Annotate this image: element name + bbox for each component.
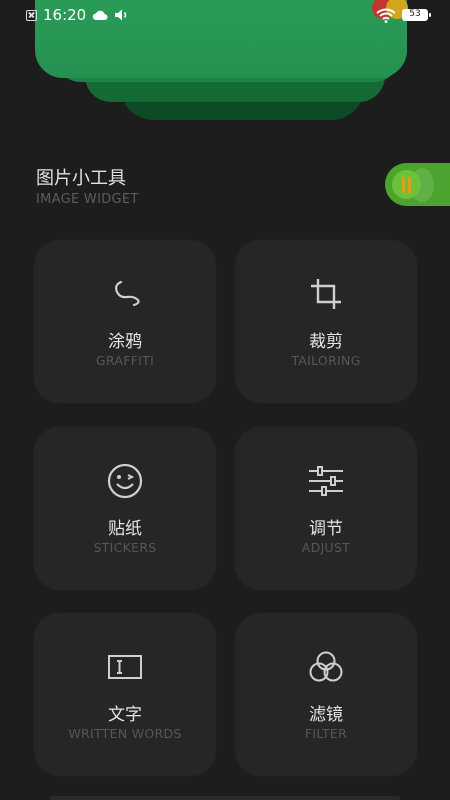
section-subtitle: IMAGE WIDGET [36, 192, 139, 207]
bottom-edge-hint [50, 796, 400, 800]
status-right: 53 [376, 8, 431, 23]
tool-label: 滤镜 [309, 705, 343, 725]
tool-sublabel: WRITTEN WORDS [68, 726, 182, 741]
tool-stickers[interactable]: 贴纸 STICKERS [34, 427, 216, 590]
tool-sublabel: GRAFFITI [95, 353, 155, 368]
tool-graffiti[interactable]: 涂鸦 GRAFFITI [34, 240, 216, 403]
status-time: 16:20 [43, 6, 87, 24]
volume-icon [115, 9, 127, 21]
tool-filter[interactable]: 滤镜 FILTER [235, 613, 417, 776]
text-box-icon [105, 647, 145, 687]
wifi-icon [376, 8, 396, 23]
tool-sublabel: STICKERS [93, 540, 157, 555]
section-title: 图片小工具 [36, 168, 126, 189]
smiley-icon [105, 461, 145, 501]
status-left: 16:20 [26, 6, 130, 24]
tool-sublabel: FILTER [304, 726, 348, 741]
tool-sublabel: ADJUST [301, 540, 351, 555]
crop-icon [306, 274, 346, 314]
tool-label: 文字 [108, 705, 142, 725]
side-toggle-button[interactable] [385, 163, 450, 206]
tool-tailoring[interactable]: 裁剪 TAILORING [235, 240, 417, 403]
sliders-icon [306, 461, 346, 501]
tool-adjust[interactable]: 调节 ADJUST [235, 427, 417, 590]
status-bar: 16:20 53 [0, 0, 450, 30]
filter-circles-icon [306, 647, 346, 687]
tool-label: 裁剪 [309, 332, 343, 352]
tool-sublabel: TAILORING [291, 353, 361, 368]
tool-label: 涂鸦 [108, 332, 142, 352]
battery-icon: 53 [402, 9, 431, 21]
notification-box-icon [26, 9, 37, 21]
tool-written-words[interactable]: 文字 WRITTEN WORDS [34, 613, 216, 776]
squiggle-icon [105, 274, 145, 314]
cloud-icon [92, 10, 108, 20]
pause-icon [392, 170, 421, 199]
tool-label: 贴纸 [108, 519, 142, 539]
tool-label: 调节 [309, 519, 343, 539]
